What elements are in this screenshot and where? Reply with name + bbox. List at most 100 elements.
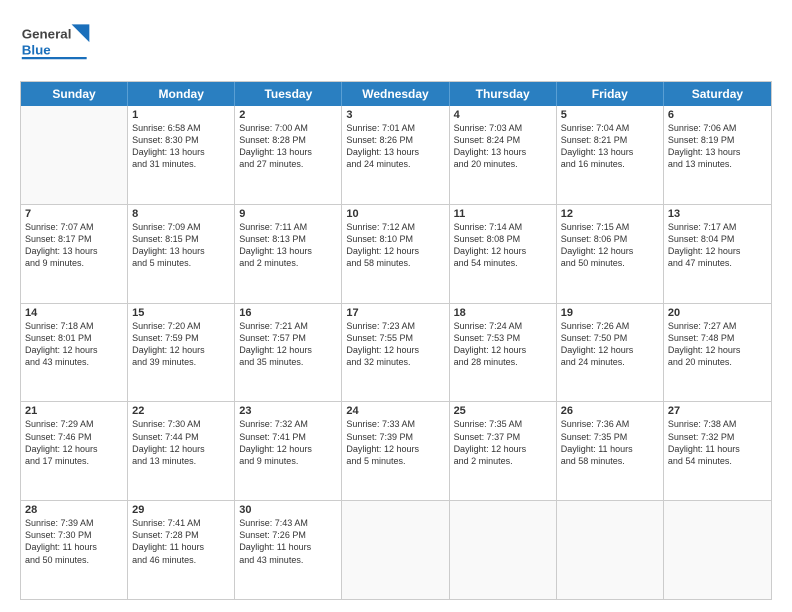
calendar-cell: 17Sunrise: 7:23 AM Sunset: 7:55 PM Dayli… [342,304,449,402]
day-number: 22 [132,405,230,417]
day-number: 3 [346,109,444,121]
cell-info: Sunrise: 7:15 AM Sunset: 8:06 PM Dayligh… [561,221,659,270]
cell-info: Sunrise: 7:29 AM Sunset: 7:46 PM Dayligh… [25,418,123,467]
day-number: 15 [132,307,230,319]
day-number: 11 [454,208,552,220]
calendar-header: SundayMondayTuesdayWednesdayThursdayFrid… [21,82,771,106]
day-number: 16 [239,307,337,319]
cell-info: Sunrise: 7:43 AM Sunset: 7:26 PM Dayligh… [239,517,337,566]
calendar-body: 1Sunrise: 6:58 AM Sunset: 8:30 PM Daylig… [21,106,771,599]
weekday-header-wednesday: Wednesday [342,82,449,106]
calendar-cell: 8Sunrise: 7:09 AM Sunset: 8:15 PM Daylig… [128,205,235,303]
calendar-cell: 1Sunrise: 6:58 AM Sunset: 8:30 PM Daylig… [128,106,235,204]
cell-info: Sunrise: 7:26 AM Sunset: 7:50 PM Dayligh… [561,320,659,369]
cell-info: Sunrise: 7:21 AM Sunset: 7:57 PM Dayligh… [239,320,337,369]
day-number: 30 [239,504,337,516]
calendar-row-3: 21Sunrise: 7:29 AM Sunset: 7:46 PM Dayli… [21,402,771,501]
cell-info: Sunrise: 7:32 AM Sunset: 7:41 PM Dayligh… [239,418,337,467]
day-number: 18 [454,307,552,319]
day-number: 23 [239,405,337,417]
calendar-cell: 26Sunrise: 7:36 AM Sunset: 7:35 PM Dayli… [557,402,664,500]
weekday-header-thursday: Thursday [450,82,557,106]
day-number: 27 [668,405,767,417]
cell-info: Sunrise: 7:11 AM Sunset: 8:13 PM Dayligh… [239,221,337,270]
calendar-cell: 19Sunrise: 7:26 AM Sunset: 7:50 PM Dayli… [557,304,664,402]
calendar-cell: 6Sunrise: 7:06 AM Sunset: 8:19 PM Daylig… [664,106,771,204]
cell-info: Sunrise: 7:14 AM Sunset: 8:08 PM Dayligh… [454,221,552,270]
cell-info: Sunrise: 7:01 AM Sunset: 8:26 PM Dayligh… [346,122,444,171]
calendar-cell: 2Sunrise: 7:00 AM Sunset: 8:28 PM Daylig… [235,106,342,204]
calendar-cell: 27Sunrise: 7:38 AM Sunset: 7:32 PM Dayli… [664,402,771,500]
day-number: 6 [668,109,767,121]
cell-info: Sunrise: 7:23 AM Sunset: 7:55 PM Dayligh… [346,320,444,369]
cell-info: Sunrise: 7:27 AM Sunset: 7:48 PM Dayligh… [668,320,767,369]
cell-info: Sunrise: 7:33 AM Sunset: 7:39 PM Dayligh… [346,418,444,467]
cell-info: Sunrise: 7:06 AM Sunset: 8:19 PM Dayligh… [668,122,767,171]
calendar-page: General Blue SundayMondayTuesdayWednesda… [0,0,792,612]
logo-svg: General Blue [20,16,100,71]
page-header: General Blue [20,16,772,71]
weekday-header-tuesday: Tuesday [235,82,342,106]
svg-text:Blue: Blue [22,43,51,58]
cell-info: Sunrise: 7:00 AM Sunset: 8:28 PM Dayligh… [239,122,337,171]
cell-info: Sunrise: 7:18 AM Sunset: 8:01 PM Dayligh… [25,320,123,369]
calendar-row-0: 1Sunrise: 6:58 AM Sunset: 8:30 PM Daylig… [21,106,771,205]
calendar-cell: 11Sunrise: 7:14 AM Sunset: 8:08 PM Dayli… [450,205,557,303]
day-number: 13 [668,208,767,220]
calendar-cell: 10Sunrise: 7:12 AM Sunset: 8:10 PM Dayli… [342,205,449,303]
calendar-cell [664,501,771,599]
calendar-cell: 5Sunrise: 7:04 AM Sunset: 8:21 PM Daylig… [557,106,664,204]
calendar-cell: 25Sunrise: 7:35 AM Sunset: 7:37 PM Dayli… [450,402,557,500]
cell-info: Sunrise: 7:35 AM Sunset: 7:37 PM Dayligh… [454,418,552,467]
day-number: 5 [561,109,659,121]
weekday-header-friday: Friday [557,82,664,106]
calendar-cell [557,501,664,599]
day-number: 12 [561,208,659,220]
calendar-row-2: 14Sunrise: 7:18 AM Sunset: 8:01 PM Dayli… [21,304,771,403]
calendar-cell: 9Sunrise: 7:11 AM Sunset: 8:13 PM Daylig… [235,205,342,303]
calendar-cell: 28Sunrise: 7:39 AM Sunset: 7:30 PM Dayli… [21,501,128,599]
weekday-header-monday: Monday [128,82,235,106]
cell-info: Sunrise: 7:30 AM Sunset: 7:44 PM Dayligh… [132,418,230,467]
cell-info: Sunrise: 7:36 AM Sunset: 7:35 PM Dayligh… [561,418,659,467]
weekday-header-saturday: Saturday [664,82,771,106]
day-number: 29 [132,504,230,516]
calendar-cell: 14Sunrise: 7:18 AM Sunset: 8:01 PM Dayli… [21,304,128,402]
calendar-cell: 24Sunrise: 7:33 AM Sunset: 7:39 PM Dayli… [342,402,449,500]
calendar-cell: 18Sunrise: 7:24 AM Sunset: 7:53 PM Dayli… [450,304,557,402]
calendar-cell [450,501,557,599]
calendar-cell: 20Sunrise: 7:27 AM Sunset: 7:48 PM Dayli… [664,304,771,402]
svg-text:General: General [22,27,72,42]
day-number: 10 [346,208,444,220]
calendar-cell: 22Sunrise: 7:30 AM Sunset: 7:44 PM Dayli… [128,402,235,500]
calendar-cell: 23Sunrise: 7:32 AM Sunset: 7:41 PM Dayli… [235,402,342,500]
cell-info: Sunrise: 7:38 AM Sunset: 7:32 PM Dayligh… [668,418,767,467]
calendar-cell: 30Sunrise: 7:43 AM Sunset: 7:26 PM Dayli… [235,501,342,599]
day-number: 24 [346,405,444,417]
cell-info: Sunrise: 7:09 AM Sunset: 8:15 PM Dayligh… [132,221,230,270]
day-number: 4 [454,109,552,121]
calendar-cell: 13Sunrise: 7:17 AM Sunset: 8:04 PM Dayli… [664,205,771,303]
day-number: 25 [454,405,552,417]
day-number: 14 [25,307,123,319]
cell-info: Sunrise: 7:12 AM Sunset: 8:10 PM Dayligh… [346,221,444,270]
logo: General Blue [20,16,100,71]
weekday-header-sunday: Sunday [21,82,128,106]
day-number: 20 [668,307,767,319]
cell-info: Sunrise: 7:03 AM Sunset: 8:24 PM Dayligh… [454,122,552,171]
day-number: 21 [25,405,123,417]
day-number: 28 [25,504,123,516]
calendar-cell: 29Sunrise: 7:41 AM Sunset: 7:28 PM Dayli… [128,501,235,599]
cell-info: Sunrise: 7:24 AM Sunset: 7:53 PM Dayligh… [454,320,552,369]
calendar-row-1: 7Sunrise: 7:07 AM Sunset: 8:17 PM Daylig… [21,205,771,304]
cell-info: Sunrise: 7:20 AM Sunset: 7:59 PM Dayligh… [132,320,230,369]
cell-info: Sunrise: 7:04 AM Sunset: 8:21 PM Dayligh… [561,122,659,171]
cell-info: Sunrise: 6:58 AM Sunset: 8:30 PM Dayligh… [132,122,230,171]
calendar-cell: 21Sunrise: 7:29 AM Sunset: 7:46 PM Dayli… [21,402,128,500]
cell-info: Sunrise: 7:41 AM Sunset: 7:28 PM Dayligh… [132,517,230,566]
calendar-cell: 12Sunrise: 7:15 AM Sunset: 8:06 PM Dayli… [557,205,664,303]
calendar-cell: 16Sunrise: 7:21 AM Sunset: 7:57 PM Dayli… [235,304,342,402]
calendar-cell: 7Sunrise: 7:07 AM Sunset: 8:17 PM Daylig… [21,205,128,303]
day-number: 1 [132,109,230,121]
day-number: 19 [561,307,659,319]
